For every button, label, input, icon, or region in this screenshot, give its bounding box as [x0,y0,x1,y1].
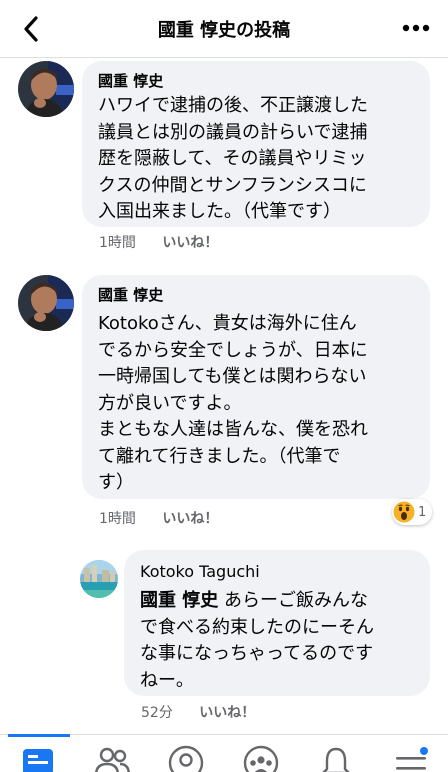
page-title: 國重 惇史の投稿 [157,20,291,41]
mention-link[interactable]: 國重 惇史 [140,590,218,611]
wow-emoji-icon [393,501,415,523]
avatar[interactable] [80,560,118,598]
like-button[interactable]: いいね！ [199,702,255,722]
top-bar: 國重 惇史の投稿 [0,0,448,58]
comment-meta: 52分 いいね！ [141,702,255,722]
comment-bubble[interactable]: 國重 惇史 ハワイで逮捕の後、不正譲渡した 議員とは別の議員の計らいで逮捕 歴を… [82,61,430,227]
comment-meta: 1時間 いいね！ [99,232,218,252]
feed-icon [23,749,53,772]
reaction-count-label: 1 [418,504,427,520]
comment-author[interactable]: Kotoko Taguchi [140,562,260,581]
tab-feed[interactable] [18,743,58,772]
profile-icon [168,745,204,772]
comment-time[interactable]: 1時間 [99,232,136,252]
tab-profile[interactable] [166,743,206,772]
friends-icon [95,747,131,772]
comment-text: ハワイで逮捕の後、不正譲渡した 議員とは別の議員の計らいで逮捕 歴を隠蔽して、そ… [98,95,368,222]
ellipsis-icon[interactable] [398,10,434,46]
like-button[interactable]: いいね！ [162,232,218,252]
comment-bubble[interactable]: 國重 惇史 Kotokoさん、貴女は海外に住ん でるから安全でしょうが、日本に … [82,275,430,499]
comment-author[interactable]: 國重 惇史 [98,284,163,305]
tab-notifications[interactable] [316,743,356,772]
like-button[interactable]: いいね！ [162,508,218,528]
avatar[interactable] [18,275,74,331]
comment-author[interactable]: 國重 惇史 [98,70,163,91]
notification-dot [418,745,430,757]
comment-bubble[interactable]: Kotoko Taguchi 國重 惇史 あらーご飯みんな で食べる約束したのに… [124,550,430,696]
tab-groups[interactable] [241,743,281,772]
comment-text: Kotokoさん、貴女は海外に住ん でるから安全でしょうが、日本に 一時帰国して… [98,313,368,493]
notifications-icon [322,747,350,772]
active-tab-indicator [8,734,70,737]
groups-icon [243,745,279,772]
comment-meta: 1時間 いいね！ [99,508,218,528]
tab-friends[interactable] [92,743,132,772]
avatar[interactable] [18,61,74,117]
reaction-count[interactable]: 1 [392,499,433,525]
comment-time[interactable]: 52分 [141,702,173,722]
tab-menu[interactable] [392,743,432,772]
comment-text: 國重 惇史 あらーご飯みんな で食べる約束したのにーそん な事になっちゃってるの… [140,588,420,694]
bottom-tab-bar [0,734,448,772]
comment-time[interactable]: 1時間 [99,508,136,528]
